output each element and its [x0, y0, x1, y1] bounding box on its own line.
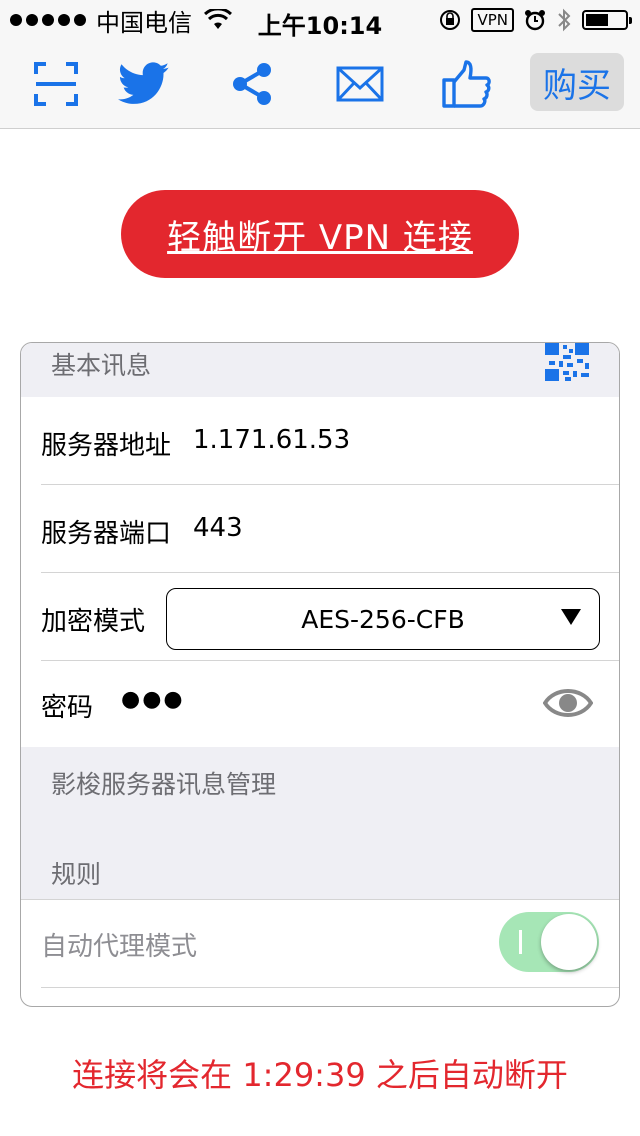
server-port-label: 服务器端口 — [41, 519, 172, 549]
basic-info-section-header: 基本讯息 — [21, 343, 619, 397]
mail-icon[interactable] — [330, 54, 390, 114]
disconnect-vpn-button[interactable]: 轻触断开 VPN 连接 — [121, 190, 519, 278]
bluetooth-icon — [558, 8, 571, 32]
scan-icon[interactable] — [26, 54, 86, 114]
server-address-row[interactable]: 服务器地址 1.171.61.53 — [21, 397, 619, 485]
share-icon[interactable] — [222, 54, 282, 114]
alarm-icon — [525, 10, 545, 31]
dropdown-arrow-icon — [561, 609, 581, 625]
qr-code-icon[interactable] — [545, 343, 589, 381]
battery-icon — [582, 10, 632, 30]
twitter-icon[interactable] — [114, 54, 174, 114]
divider — [41, 987, 619, 988]
basic-info-title: 基本讯息 — [51, 351, 152, 380]
vpn-badge: VPN — [471, 8, 514, 32]
buy-button[interactable]: 购买 — [530, 53, 624, 111]
rules-title: 规则 — [51, 860, 102, 889]
auto-proxy-label: 自动代理模式 — [41, 932, 198, 962]
encryption-value: AES-256-CFB — [301, 604, 465, 634]
password-label: 密码 — [41, 693, 94, 723]
toolbar: 购买 — [0, 40, 640, 129]
manage-section-header: 影梭服务器讯息管理 规则 — [21, 747, 619, 899]
password-value[interactable]: ●●● — [121, 687, 185, 712]
encryption-label: 加密模式 — [41, 607, 146, 637]
server-port-value[interactable]: 443 — [193, 513, 243, 543]
encryption-row: 加密模式 AES-256-CFB — [21, 573, 619, 661]
auto-proxy-toggle[interactable] — [499, 912, 599, 972]
status-right: VPN — [439, 6, 632, 34]
encryption-select[interactable]: AES-256-CFB — [166, 588, 600, 650]
auto-proxy-row: 自动代理模式 — [21, 899, 619, 988]
manage-title[interactable]: 影梭服务器讯息管理 — [51, 765, 276, 801]
eye-icon[interactable] — [543, 685, 593, 721]
thumbs-up-icon[interactable] — [437, 54, 497, 114]
server-address-label: 服务器地址 — [41, 431, 172, 461]
settings-card: 基本讯息 服务器地址 1.171.61.53 服务器端口 443 加密模式 AE… — [20, 342, 620, 1007]
password-row[interactable]: 密码 ●●● — [21, 661, 619, 747]
rotation-lock-icon — [440, 10, 461, 30]
auto-disconnect-countdown: 连接将会在 1:29:39 之后自动断开 — [72, 1056, 568, 1094]
server-address-value[interactable]: 1.171.61.53 — [193, 425, 350, 455]
status-bar: 中国电信 上午10:14 VPN — [0, 0, 640, 40]
server-port-row[interactable]: 服务器端口 443 — [21, 485, 619, 573]
